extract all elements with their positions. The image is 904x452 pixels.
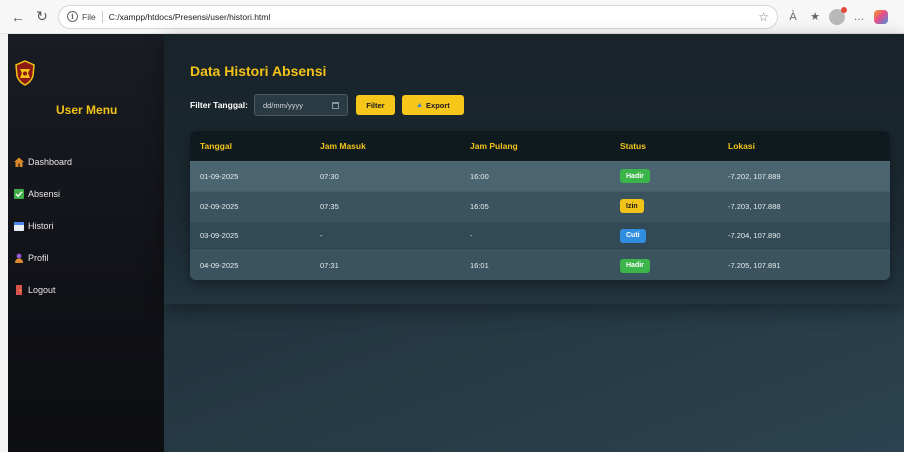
cell-status: Izin xyxy=(620,192,728,221)
sidebar-item-profil[interactable]: Profil xyxy=(14,242,164,274)
filter-bar: Filter Tanggal: dd/mm/yyyy Filter ▲ Expo… xyxy=(190,94,464,116)
more-menu-icon[interactable]: … xyxy=(848,6,870,28)
sidebar-item-dashboard[interactable]: Dashboard xyxy=(14,146,164,178)
history-panel: Data Histori Absensi Filter Tanggal: dd/… xyxy=(164,34,904,304)
cell-jam-masuk: 07:35 xyxy=(320,201,339,211)
table-row[interactable]: 01-09-2025 07:30 16:00 Hadir -7.202, 107… xyxy=(190,161,890,191)
person-icon xyxy=(15,253,23,263)
cell-lokasi: -7.204, 107.890 xyxy=(728,231,781,241)
cell-status: Hadir xyxy=(620,162,728,191)
filter-label: Filter Tanggal: xyxy=(190,100,248,110)
calendar-picker-icon[interactable] xyxy=(331,102,339,109)
door-icon xyxy=(16,285,22,295)
header-jam-masuk[interactable]: Jam Masuk xyxy=(320,131,470,161)
copilot-logo xyxy=(874,9,888,24)
sidebar-item-logout[interactable]: Logout xyxy=(14,274,164,306)
info-icon[interactable]: i xyxy=(67,11,78,22)
status-badge: Hadir xyxy=(620,258,650,273)
export-button[interactable]: ▲ Export xyxy=(401,95,464,115)
cell-lokasi: -7.205, 107.891 xyxy=(728,261,781,271)
header-lokasi[interactable]: Lokasi xyxy=(728,131,888,161)
header-status[interactable]: Status xyxy=(620,131,728,161)
cell-status: Hadir xyxy=(620,251,728,280)
cell-jam-pulang: 16:00 xyxy=(470,171,489,181)
avatar xyxy=(829,6,847,25)
sidebar-item-label: Histori xyxy=(28,221,54,231)
check-box-icon xyxy=(14,189,24,199)
sidebar-item-absensi[interactable]: Absensi xyxy=(14,178,164,210)
back-arrow-icon[interactable]: ← xyxy=(8,7,28,27)
status-badge: Izin xyxy=(620,199,644,214)
filter-button[interactable]: Filter xyxy=(355,95,395,115)
calendar-icon xyxy=(14,222,24,231)
cell-status: Cuti xyxy=(620,222,728,251)
header-tanggal[interactable]: Tanggal xyxy=(190,131,320,161)
table-row[interactable]: 04-09-2025 07:31 16:01 Hadir -7.205, 107… xyxy=(190,250,890,280)
date-placeholder: dd/mm/yyyy xyxy=(262,100,303,110)
cell-jam-masuk: - xyxy=(320,231,323,241)
favorites-icon[interactable]: ★ xyxy=(804,6,826,28)
copilot-icon[interactable] xyxy=(870,6,892,28)
url-text[interactable]: C:/xampp/htdocs/Presensi/user/histori.ht… xyxy=(109,12,271,22)
page-title: Data Histori Absensi xyxy=(190,63,327,79)
file-label: File xyxy=(82,11,96,22)
browser-toolbar: ← ↻ i File C:/xampp/htdocs/Presensi/user… xyxy=(0,0,904,34)
favorite-star-icon[interactable]: ☆ xyxy=(758,10,769,24)
reload-icon[interactable]: ↻ xyxy=(32,7,52,27)
cell-lokasi: -7.202, 107.889 xyxy=(728,171,781,181)
sidebar-item-label: Logout xyxy=(28,285,56,295)
cell-jam-pulang: 16:05 xyxy=(470,201,489,211)
cell-jam-masuk: 07:31 xyxy=(320,261,339,271)
cell-jam-pulang: 16:01 xyxy=(470,261,489,271)
address-divider xyxy=(101,10,103,23)
sidebar-item-label: Profil xyxy=(28,253,49,263)
house-icon xyxy=(14,157,24,167)
history-table: Tanggal Jam Masuk Jam Pulang Status Loka… xyxy=(190,131,890,280)
cell-tanggal: 04-09-2025 xyxy=(200,261,239,271)
droplet-icon: ▲ xyxy=(416,101,424,109)
header-jam-pulang[interactable]: Jam Pulang xyxy=(470,131,620,161)
cell-jam-pulang: - xyxy=(470,231,473,241)
address-bar[interactable]: i File C:/xampp/htdocs/Presensi/user/his… xyxy=(58,4,778,29)
table-row[interactable]: 02-09-2025 07:35 16:05 Izin -7.203, 107.… xyxy=(190,190,890,221)
export-label: Export xyxy=(426,100,450,110)
cell-jam-masuk: 07:30 xyxy=(320,171,339,181)
police-logo-icon xyxy=(14,60,36,86)
sidebar-item-label: Dashboard xyxy=(28,157,73,167)
sidebar-title: User Menu xyxy=(56,103,118,117)
cell-tanggal: 03-09-2025 xyxy=(200,231,239,241)
table-row[interactable]: 03-09-2025 - - Cuti -7.204, 107.890 xyxy=(190,220,890,251)
cell-tanggal: 01-09-2025 xyxy=(200,171,239,181)
status-badge: Cuti xyxy=(620,228,646,243)
sidebar-menu: Dashboard Absensi Histori Profil Logout xyxy=(14,146,164,306)
table-header: Tanggal Jam Masuk Jam Pulang Status Loka… xyxy=(190,131,890,161)
sidebar: User Menu Dashboard Absensi Histori Prof… xyxy=(8,34,164,452)
date-input[interactable]: dd/mm/yyyy xyxy=(253,94,348,116)
main-content: Data Histori Absensi Filter Tanggal: dd/… xyxy=(164,34,904,452)
read-aloud-icon[interactable]: À xyxy=(782,6,804,28)
profile-avatar[interactable] xyxy=(826,6,848,28)
status-badge: Hadir xyxy=(620,169,650,184)
app-window: User Menu Dashboard Absensi Histori Prof… xyxy=(8,34,904,452)
sidebar-item-label: Absensi xyxy=(28,189,61,199)
sidebar-item-histori[interactable]: Histori xyxy=(14,210,164,242)
cell-tanggal: 02-09-2025 xyxy=(200,201,239,211)
cell-lokasi: -7.203, 107.888 xyxy=(728,201,781,211)
